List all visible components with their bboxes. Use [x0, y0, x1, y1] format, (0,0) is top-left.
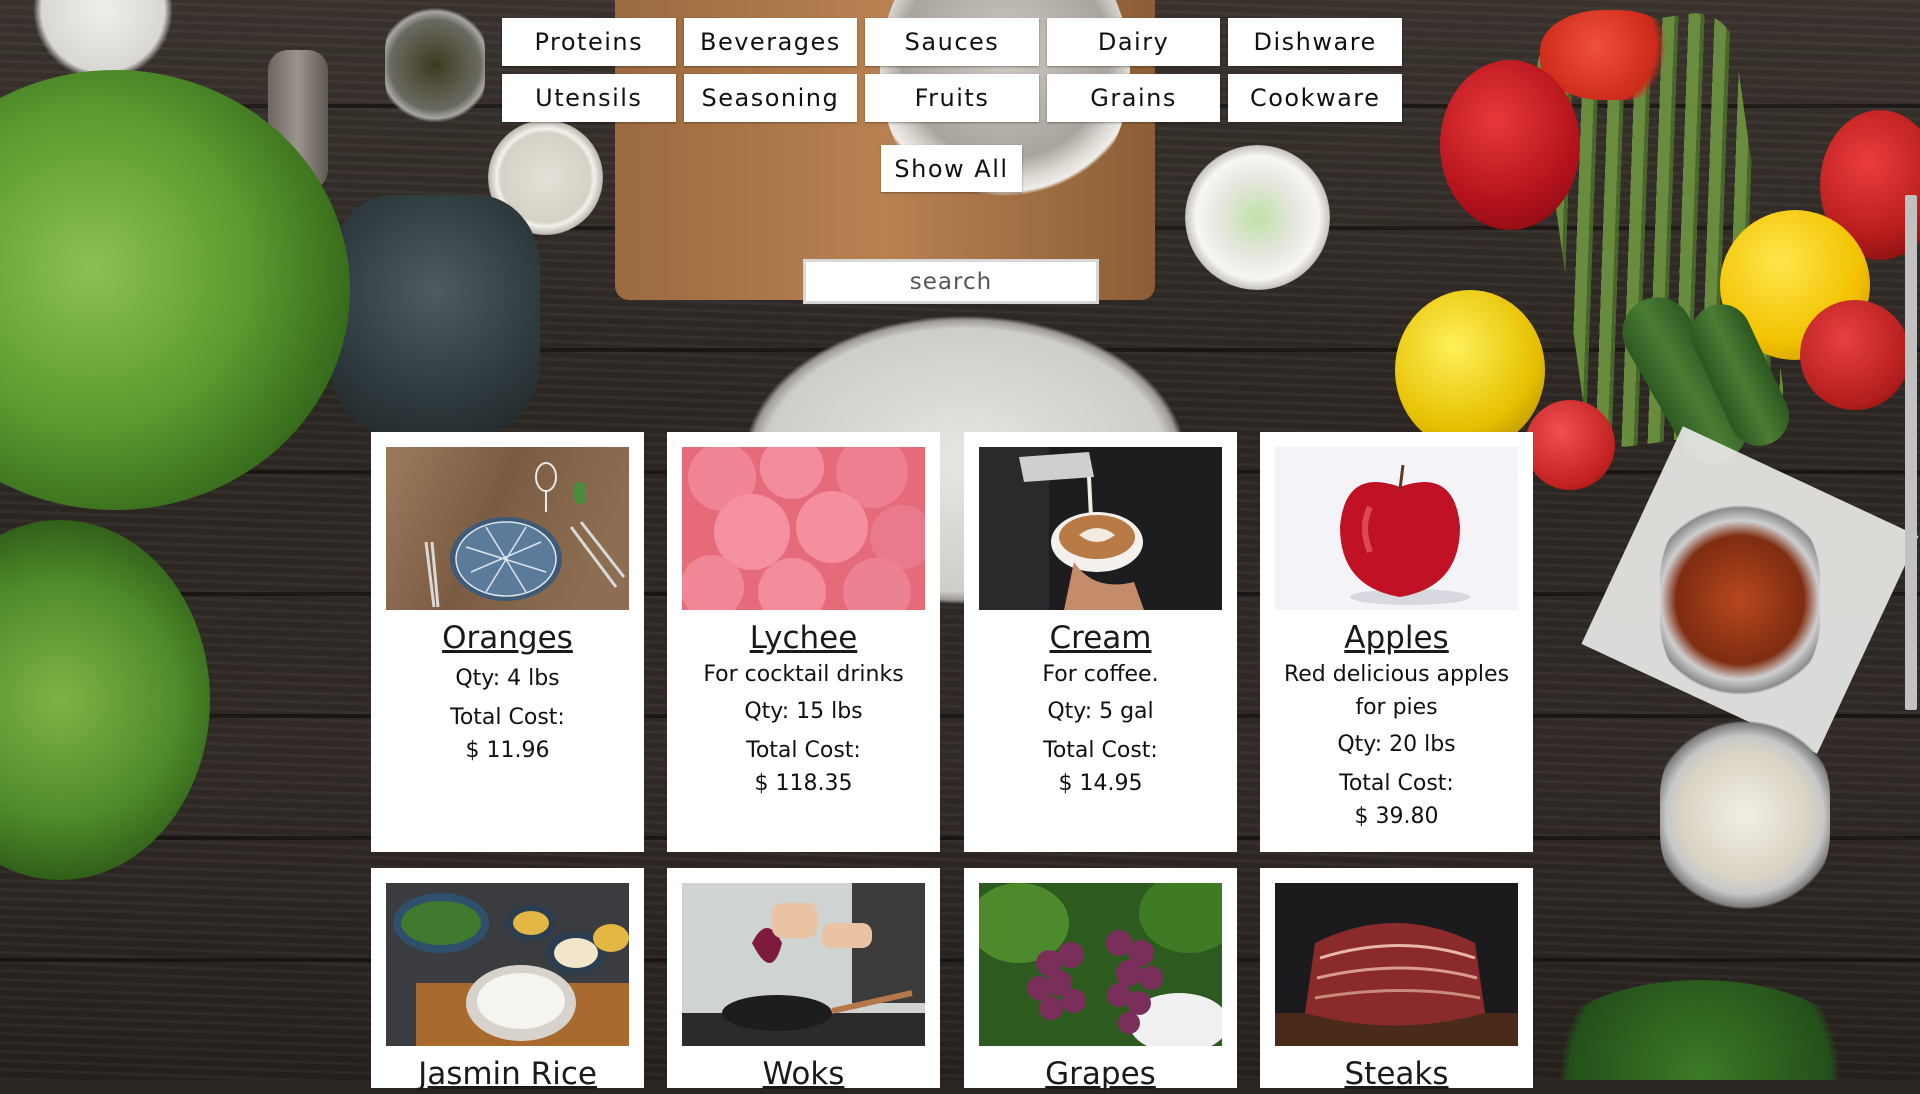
item-total-cost: $ 14.95: [1058, 771, 1143, 796]
cheese-boat: [1660, 720, 1830, 910]
item-cost-label: Total Cost:: [746, 738, 861, 763]
item-photo-table-setting: [386, 447, 629, 610]
item-name-link[interactable]: Lychee: [681, 618, 926, 658]
gravy-boat: [1660, 500, 1820, 700]
cucumber-ramekin: [1185, 145, 1330, 290]
item-name-link[interactable]: Woks: [681, 1054, 926, 1094]
item-quantity: Qty: 15 lbs: [744, 699, 863, 724]
item-total-cost: $ 11.96: [465, 738, 550, 763]
item-photo-apple: [1275, 447, 1518, 610]
filter-utensils-button[interactable]: Utensils: [502, 74, 676, 122]
item-photo-latte: [979, 447, 1222, 610]
item-name-link[interactable]: Oranges: [385, 618, 630, 658]
item-quantity: Qty: 4 lbs: [455, 666, 560, 691]
filter-row-2: Utensils Seasoning Fruits Grains Cookwar…: [502, 74, 1402, 122]
item-description: For cocktail drinks: [703, 662, 904, 687]
item-card-grapes[interactable]: Grapes: [964, 868, 1237, 1092]
filter-seasoning-button[interactable]: Seasoning: [683, 74, 858, 122]
item-total-cost: $ 39.80: [1354, 804, 1439, 829]
filter-dishware-button[interactable]: Dishware: [1228, 18, 1402, 66]
item-photo-rice: [386, 883, 629, 1046]
red-pepper: [1440, 60, 1580, 230]
filter-cookware-button[interactable]: Cookware: [1228, 74, 1402, 122]
filter-row-1: Proteins Beverages Sauces Dairy Dishware: [502, 18, 1402, 66]
tomato: [1525, 400, 1615, 490]
filter-beverages-button[interactable]: Beverages: [683, 18, 858, 66]
item-card-oranges[interactable]: Oranges Qty: 4 lbs Total Cost: $ 11.96: [371, 432, 644, 852]
oil-boat: [385, 0, 485, 130]
filter-sauces-button[interactable]: Sauces: [865, 18, 1039, 66]
filter-grains-button[interactable]: Grains: [1046, 74, 1221, 122]
item-card-steaks[interactable]: Steaks: [1260, 868, 1533, 1092]
item-photo-steak: [1275, 883, 1518, 1046]
category-filters: Proteins Beverages Sauces Dairy Dishware…: [502, 18, 1402, 130]
item-cost-label: Total Cost:: [1339, 771, 1454, 796]
filter-fruits-button[interactable]: Fruits: [865, 74, 1039, 122]
item-card-woks[interactable]: Woks: [667, 868, 940, 1092]
bucket-decoration: [330, 195, 540, 435]
item-card-jasmin-rice[interactable]: Jasmin Rice: [371, 868, 644, 1092]
filter-proteins-button[interactable]: Proteins: [502, 18, 676, 66]
search-input[interactable]: [803, 259, 1099, 304]
item-cost-label: Total Cost:: [1043, 738, 1158, 763]
item-name-link[interactable]: Cream: [978, 618, 1223, 658]
item-cost-label: Total Cost:: [450, 705, 565, 730]
item-total-cost: $ 118.35: [754, 771, 853, 796]
filter-dairy-button[interactable]: Dairy: [1046, 18, 1221, 66]
item-card-lychee[interactable]: Lychee For cocktail drinks Qty: 15 lbs T…: [667, 432, 940, 852]
item-name-link[interactable]: Apples: [1274, 618, 1519, 658]
show-all-button[interactable]: Show All: [881, 145, 1022, 192]
red-pepper-3: [1800, 300, 1910, 410]
item-photo-wok: [682, 883, 925, 1046]
page-scrollbar[interactable]: [1903, 0, 1920, 1080]
item-name-link[interactable]: Steaks: [1274, 1054, 1519, 1094]
scrollbar-thumb[interactable]: [1905, 195, 1917, 710]
item-photo-lychee: [682, 447, 925, 610]
item-description: For coffee.: [1042, 662, 1159, 687]
item-name-link[interactable]: Grapes: [978, 1054, 1223, 1094]
item-card-apples[interactable]: Apples Red delicious apples for pies Qty…: [1260, 432, 1533, 852]
item-quantity: Qty: 5 gal: [1047, 699, 1154, 724]
item-description: Red delicious apples for pies: [1283, 662, 1510, 720]
item-name-link[interactable]: Jasmin Rice: [385, 1054, 630, 1094]
item-card-cream[interactable]: Cream For coffee. Qty: 5 gal Total Cost:…: [964, 432, 1237, 852]
yellow-pepper-2: [1395, 290, 1545, 450]
item-quantity: Qty: 20 lbs: [1337, 732, 1456, 757]
item-photo-grapes: [979, 883, 1222, 1046]
